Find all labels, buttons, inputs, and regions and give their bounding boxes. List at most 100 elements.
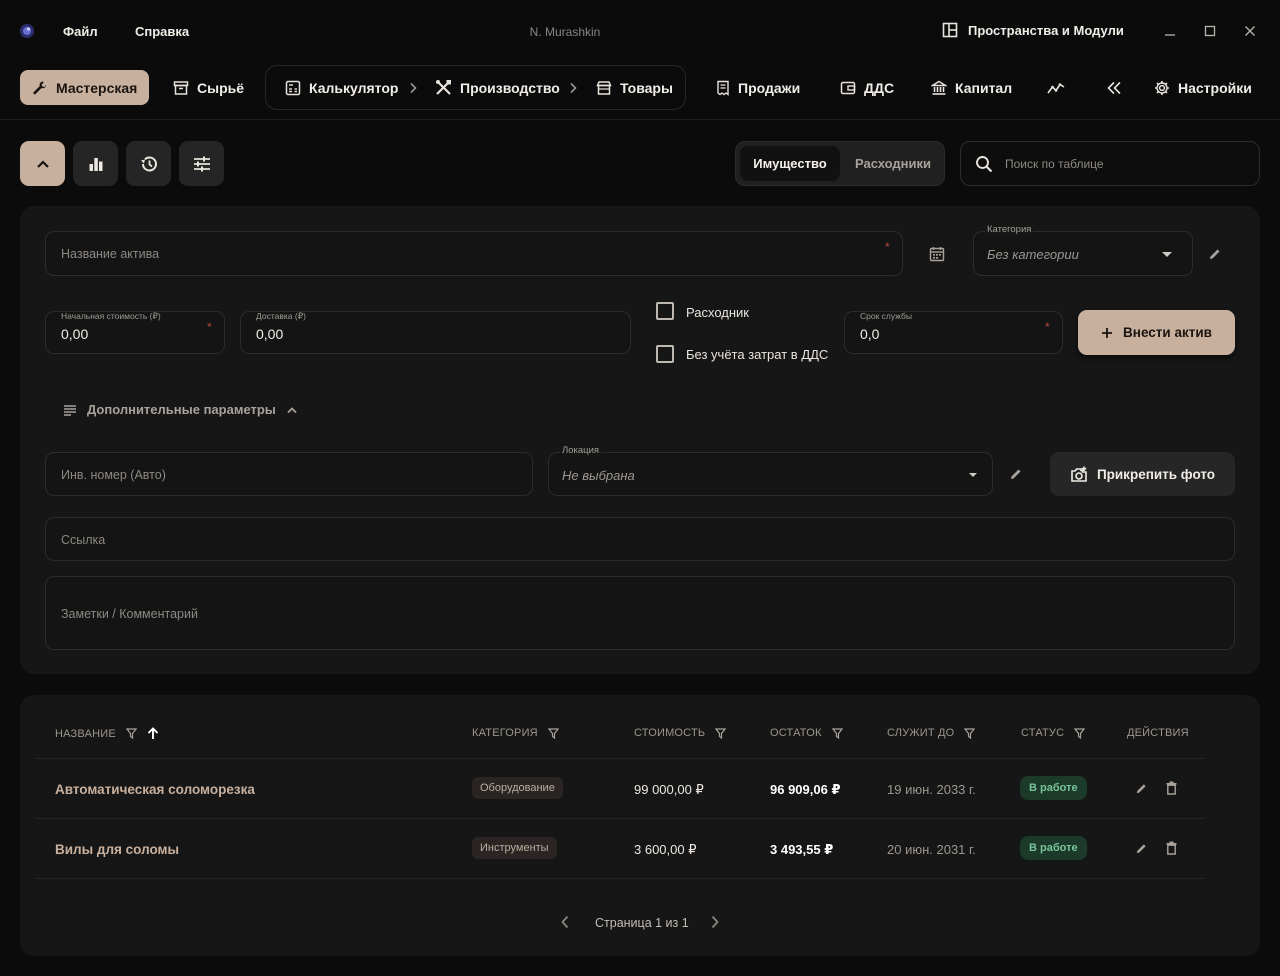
initial-cost-value: 0,00 [61, 326, 89, 342]
bar-chart-icon [88, 156, 104, 172]
nav-dds[interactable]: ДДС [840, 70, 894, 105]
collapse-form-button[interactable] [20, 141, 65, 186]
delete-icon[interactable] [1166, 841, 1177, 855]
chevron-right-icon [408, 82, 418, 94]
main-nav: Мастерская Сырьё Калькулятор Производств… [0, 62, 1280, 120]
maximize-icon[interactable] [1199, 20, 1221, 42]
sliders-icon [193, 156, 211, 172]
attach-photo-button[interactable]: Прикрепить фото [1050, 452, 1235, 496]
table-search[interactable] [960, 141, 1260, 186]
row-name[interactable]: Вилы для соломы [55, 842, 179, 857]
gear-icon [1154, 80, 1170, 96]
nav-capital[interactable]: Капитал [931, 70, 1012, 105]
service-life-value: 0,0 [860, 326, 880, 342]
dropdown-arrow-icon [1161, 251, 1173, 258]
col-header-until-label: СЛУЖИТ ДО [887, 727, 955, 739]
close-icon[interactable] [1239, 20, 1261, 42]
notes-field[interactable]: Заметки / Комментарий [45, 576, 1235, 650]
chevrons-left-icon [1106, 81, 1122, 95]
history-button[interactable] [126, 141, 171, 186]
col-header-remaining[interactable]: ОСТАТОК [770, 727, 843, 739]
stats-button[interactable] [73, 141, 118, 186]
service-life-label: Срок службы [860, 311, 912, 321]
category-value: Без категории [987, 247, 1079, 262]
status-badge: В работе [1020, 776, 1087, 800]
collapse-button[interactable] [1106, 70, 1122, 105]
category-chip: Оборудование [472, 777, 563, 799]
filter-icon[interactable] [125, 728, 137, 739]
initial-cost-field[interactable]: Начальная стоимость (₽) 0,00 * [45, 311, 225, 354]
submit-asset-button[interactable]: Внести актив [1078, 310, 1235, 355]
no-dds-checkbox[interactable] [656, 345, 674, 363]
analytics-button[interactable] [1047, 70, 1065, 105]
calendar-icon[interactable] [929, 246, 945, 262]
chevron-right-icon [568, 82, 578, 94]
search-input[interactable] [1005, 156, 1225, 171]
edit-category-icon[interactable] [1208, 247, 1222, 261]
location-value: Не выбрана [562, 468, 635, 483]
minimize-icon[interactable] [1159, 20, 1181, 42]
col-header-status[interactable]: СТАТУС [1021, 727, 1086, 739]
submit-asset-label: Внести актив [1123, 325, 1212, 340]
filter-icon[interactable] [831, 727, 843, 739]
nav-capital-label: Капитал [955, 79, 1013, 96]
filters-button[interactable] [179, 141, 224, 186]
next-page-icon[interactable] [710, 915, 720, 929]
col-header-name[interactable]: НАЗВАНИЕ [55, 727, 159, 740]
edit-location-icon[interactable] [1009, 467, 1023, 481]
spaces-modules-button[interactable]: Пространства и Модули [942, 22, 1124, 38]
filter-icon[interactable] [715, 727, 727, 739]
delivery-field[interactable]: Доставка (₽) 0,00 [240, 311, 631, 354]
nav-calculator-label: Калькулятор [309, 79, 399, 96]
inv-number-field[interactable]: Инв. номер (Авто) [45, 452, 533, 496]
nav-goods-label: Товары [620, 79, 673, 96]
row-until: 20 июн. 2031 г. [887, 842, 976, 857]
nav-settings[interactable]: Настройки [1154, 70, 1252, 105]
prev-page-icon[interactable] [560, 915, 570, 929]
col-header-cost[interactable]: СТОИМОСТЬ [634, 727, 727, 739]
nav-workshop[interactable]: Мастерская [20, 70, 150, 105]
extra-params-toggle[interactable]: Дополнительные параметры [63, 402, 298, 417]
delete-icon[interactable] [1166, 781, 1177, 795]
inv-number-placeholder: Инв. номер (Авто) [61, 468, 166, 482]
edit-icon[interactable] [1135, 842, 1148, 855]
sort-ascending-icon[interactable] [147, 727, 159, 740]
location-select[interactable]: Не выбрана [548, 452, 993, 496]
plus-icon [1101, 327, 1113, 339]
no-dds-label: Без учёта затрат в ДДС [686, 347, 829, 362]
nav-calculator[interactable]: Калькулятор [285, 70, 398, 105]
status-badge: В работе [1020, 836, 1087, 860]
add-photo-icon [1070, 466, 1088, 483]
nav-production[interactable]: Производство [435, 70, 560, 105]
col-header-category[interactable]: КАТЕГОРИЯ [472, 727, 559, 739]
chevron-up-icon [286, 406, 298, 414]
attach-photo-label: Прикрепить фото [1096, 466, 1216, 482]
dropdown-arrow-icon [968, 472, 978, 478]
trend-icon [1047, 81, 1065, 95]
link-field[interactable]: Ссылка [45, 517, 1235, 561]
nav-raw-label: Сырьё [197, 79, 245, 96]
segment-consumables[interactable]: Расходники [844, 146, 942, 181]
col-header-until[interactable]: СЛУЖИТ ДО [887, 727, 976, 739]
nav-production-label: Производство [460, 79, 560, 96]
filter-icon[interactable] [1074, 727, 1086, 739]
nav-raw[interactable]: Сырьё [173, 70, 244, 105]
row-name[interactable]: Автоматическая соломорезка [55, 782, 255, 797]
nav-sales-label: Продажи [738, 79, 801, 96]
filter-icon[interactable] [547, 727, 559, 739]
service-life-field[interactable]: Срок службы 0,0 * [844, 311, 1063, 354]
nav-sales[interactable]: Продажи [716, 70, 800, 105]
col-header-status-label: СТАТУС [1021, 727, 1065, 739]
segment-property[interactable]: Имущество [740, 146, 840, 181]
history-icon [139, 154, 159, 174]
col-header-name-label: НАЗВАНИЕ [55, 727, 116, 740]
col-header-actions: ДЕЙСТВИЯ [1127, 727, 1189, 739]
edit-icon[interactable] [1135, 782, 1148, 795]
asset-name-field[interactable]: Название актива * [45, 231, 903, 276]
consumable-checkbox[interactable] [656, 302, 674, 320]
filter-icon[interactable] [964, 727, 976, 739]
category-select[interactable]: Без категории [973, 231, 1193, 276]
nav-goods[interactable]: Товары [596, 70, 673, 105]
row-until: 19 июн. 2033 г. [887, 782, 976, 797]
col-header-category-label: КАТЕГОРИЯ [472, 727, 538, 739]
